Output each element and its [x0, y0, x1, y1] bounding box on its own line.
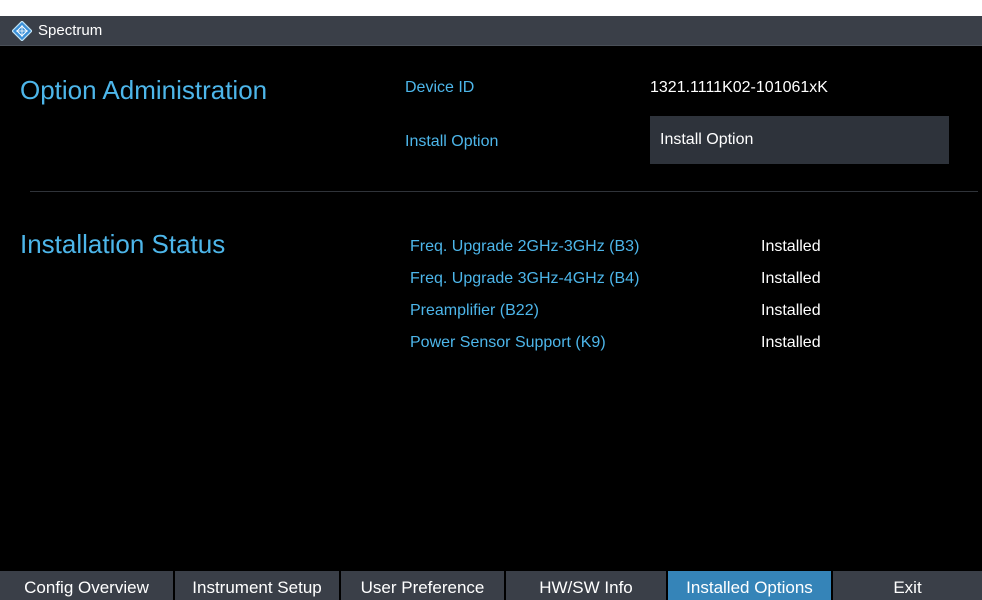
main-screen: Spectrum Option Administration Device ID… — [0, 16, 982, 600]
softkey-config-overview[interactable]: Config Overview — [0, 571, 175, 600]
option-name-b4: Freq. Upgrade 3GHz-4GHz (B4) — [410, 270, 640, 287]
installation-status-title: Installation Status — [20, 229, 226, 259]
install-option-field[interactable]: Install Option — [650, 116, 949, 164]
device-id-value: 1321.1111K02-101061xK — [650, 79, 828, 96]
option-name-k9: Power Sensor Support (K9) — [410, 334, 606, 351]
softkey-installed-options[interactable]: Installed Options — [668, 571, 833, 600]
option-status-b22: Installed — [761, 302, 821, 319]
softkey-hw-sw-info[interactable]: HW/SW Info — [506, 571, 668, 600]
section-divider — [30, 191, 978, 192]
softkey-user-preference[interactable]: User Preference — [341, 571, 506, 600]
softkey-exit[interactable]: Exit — [833, 571, 982, 600]
option-name-b3: Freq. Upgrade 2GHz-3GHz (B3) — [410, 238, 640, 255]
option-name-b22: Preamplifier (B22) — [410, 302, 539, 319]
option-status-b3: Installed — [761, 238, 821, 255]
app-title: Spectrum — [38, 22, 103, 39]
title-bar: Spectrum — [0, 16, 982, 46]
softkey-bar: Config Overview Instrument Setup User Pr… — [0, 571, 982, 600]
softkey-instrument-setup[interactable]: Instrument Setup — [175, 571, 341, 600]
option-administration-title: Option Administration — [20, 75, 268, 105]
option-status-b4: Installed — [761, 270, 821, 287]
install-option-label: Install Option — [405, 133, 499, 150]
device-id-label: Device ID — [405, 79, 475, 96]
rohde-schwarz-logo-icon — [12, 21, 32, 41]
option-status-k9: Installed — [761, 334, 821, 351]
